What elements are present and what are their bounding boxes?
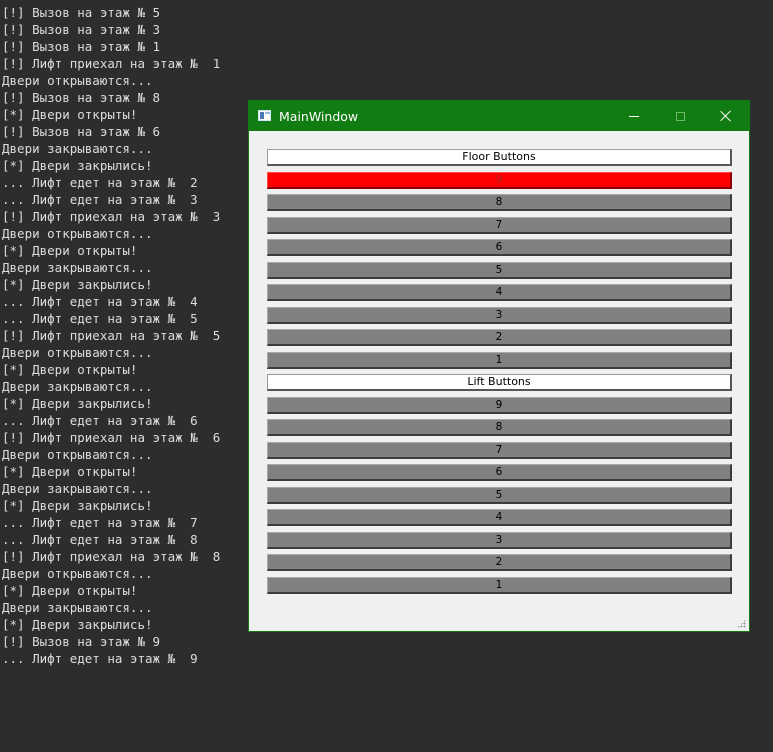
resize-grip-icon[interactable] (737, 619, 746, 628)
window-titlebar[interactable]: MainWindow (249, 101, 749, 131)
console-line: ... Лифт едет на этаж № 4 (2, 294, 198, 309)
console-line: ... Лифт едет на этаж № 3 (2, 192, 198, 207)
console-line: [*] Двери открыты! (2, 464, 138, 479)
lift-button-9[interactable]: 9 (267, 396, 732, 414)
console-line: [*] Двери открыты! (2, 583, 138, 598)
console-line: ... Лифт едет на этаж № 2 (2, 175, 198, 190)
console-line: Двери закрываются... (2, 141, 153, 156)
lift-button-7[interactable]: 7 (267, 441, 732, 459)
console-line: [!] Вызов на этаж № 9 (2, 634, 161, 649)
floor-button-8[interactable]: 8 (267, 194, 732, 211)
console-line: [!] Вызов на этаж № 5 (2, 5, 161, 20)
console-line: [!] Лифт приехал на этаж № 1 (2, 56, 221, 71)
console-line: [*] Двери закрылись! (2, 617, 153, 632)
console-line: [!] Вызов на этаж № 6 (2, 124, 161, 139)
floor-button-3[interactable]: 3 (267, 306, 732, 324)
console-line: [!] Лифт приехал на этаж № 3 (2, 209, 221, 224)
lift-button-5[interactable]: 5 (267, 486, 732, 504)
lift-button-8[interactable]: 8 (267, 419, 732, 436)
console-line: Двери открываются... (2, 226, 153, 241)
console-line: Двери открываются... (2, 566, 153, 581)
maximize-button[interactable] (657, 101, 703, 131)
console-line: Двери открываются... (2, 447, 153, 462)
floor-button-7[interactable]: 7 (267, 216, 732, 234)
console-line: ... Лифт едет на этаж № 9 (2, 651, 198, 666)
console-line: [*] Двери открыты! (2, 107, 138, 122)
close-button[interactable] (703, 101, 749, 131)
console-line: [!] Лифт приехал на этаж № 5 (2, 328, 221, 343)
floor-button-6[interactable]: 6 (267, 239, 732, 256)
console-line: [!] Лифт приехал на этаж № 8 (2, 549, 221, 564)
console-line: [*] Двери закрылись! (2, 498, 153, 513)
console-line: [*] Двери закрылись! (2, 158, 153, 173)
console-line: ... Лифт едет на этаж № 5 (2, 311, 198, 326)
window-title: MainWindow (279, 109, 359, 124)
close-icon (720, 110, 732, 122)
console-line: Двери закрываются... (2, 379, 153, 394)
console-line: ... Лифт едет на этаж № 8 (2, 532, 198, 547)
floor-buttons-group: 9 8 7 6 5 4 3 2 1 (267, 171, 732, 369)
floor-buttons-label: Floor Buttons (267, 149, 732, 166)
console-line: [!] Вызов на этаж № 1 (2, 39, 161, 54)
console-line: Двери открываются... (2, 73, 153, 88)
console-line: [*] Двери закрылись! (2, 396, 153, 411)
console-line: [!] Вызов на этаж № 8 (2, 90, 161, 105)
floor-button-4[interactable]: 4 (267, 284, 732, 301)
console-line: Двери открываются... (2, 345, 153, 360)
lift-button-3[interactable]: 3 (267, 531, 732, 549)
console-line: [!] Вызов на этаж № 3 (2, 22, 161, 37)
lift-button-4[interactable]: 4 (267, 509, 732, 526)
console-line: ... Лифт едет на этаж № 7 (2, 515, 198, 530)
console-line: [*] Двери открыты! (2, 362, 138, 377)
maximize-icon (675, 111, 685, 121)
minimize-icon (629, 115, 639, 117)
console-line: [*] Двери закрылись! (2, 277, 153, 292)
floor-button-9[interactable]: 9 (267, 171, 732, 189)
floor-button-2[interactable]: 2 (267, 329, 732, 346)
floor-button-1[interactable]: 1 (267, 351, 732, 369)
console-line: [!] Лифт приехал на этаж № 6 (2, 430, 221, 445)
desktop-screen: _ _ _ _ _ _ _ _ _ _ _ _ _ _ _ _ _ _ _ _ … (0, 0, 773, 752)
console-line: ... Лифт едет на этаж № 6 (2, 413, 198, 428)
minimize-button[interactable] (611, 101, 657, 131)
lift-button-6[interactable]: 6 (267, 464, 732, 481)
app-window-icon (258, 110, 271, 121)
console-line: Двери закрываются... (2, 600, 153, 615)
lift-buttons-group: 9 8 7 6 5 4 3 2 1 (267, 396, 732, 594)
console-output: [!] Вызов на этаж № 5 [!] Вызов на этаж №… (2, 4, 220, 667)
lift-button-1[interactable]: 1 (267, 576, 732, 594)
lift-buttons-label: Lift Buttons (267, 374, 732, 391)
console-line: Двери закрываются... (2, 481, 153, 496)
main-window: MainWindow Floor Buttons 9 8 7 6 5 4 3 2 1 Lift … (248, 100, 750, 632)
console-line: [*] Двери открыты! (2, 243, 138, 258)
window-content: Floor Buttons 9 8 7 6 5 4 3 2 1 Lift Buttons 9 8 7… (267, 149, 732, 599)
console-line: Двери закрываются... (2, 260, 153, 275)
lift-button-2[interactable]: 2 (267, 554, 732, 571)
floor-button-5[interactable]: 5 (267, 261, 732, 279)
